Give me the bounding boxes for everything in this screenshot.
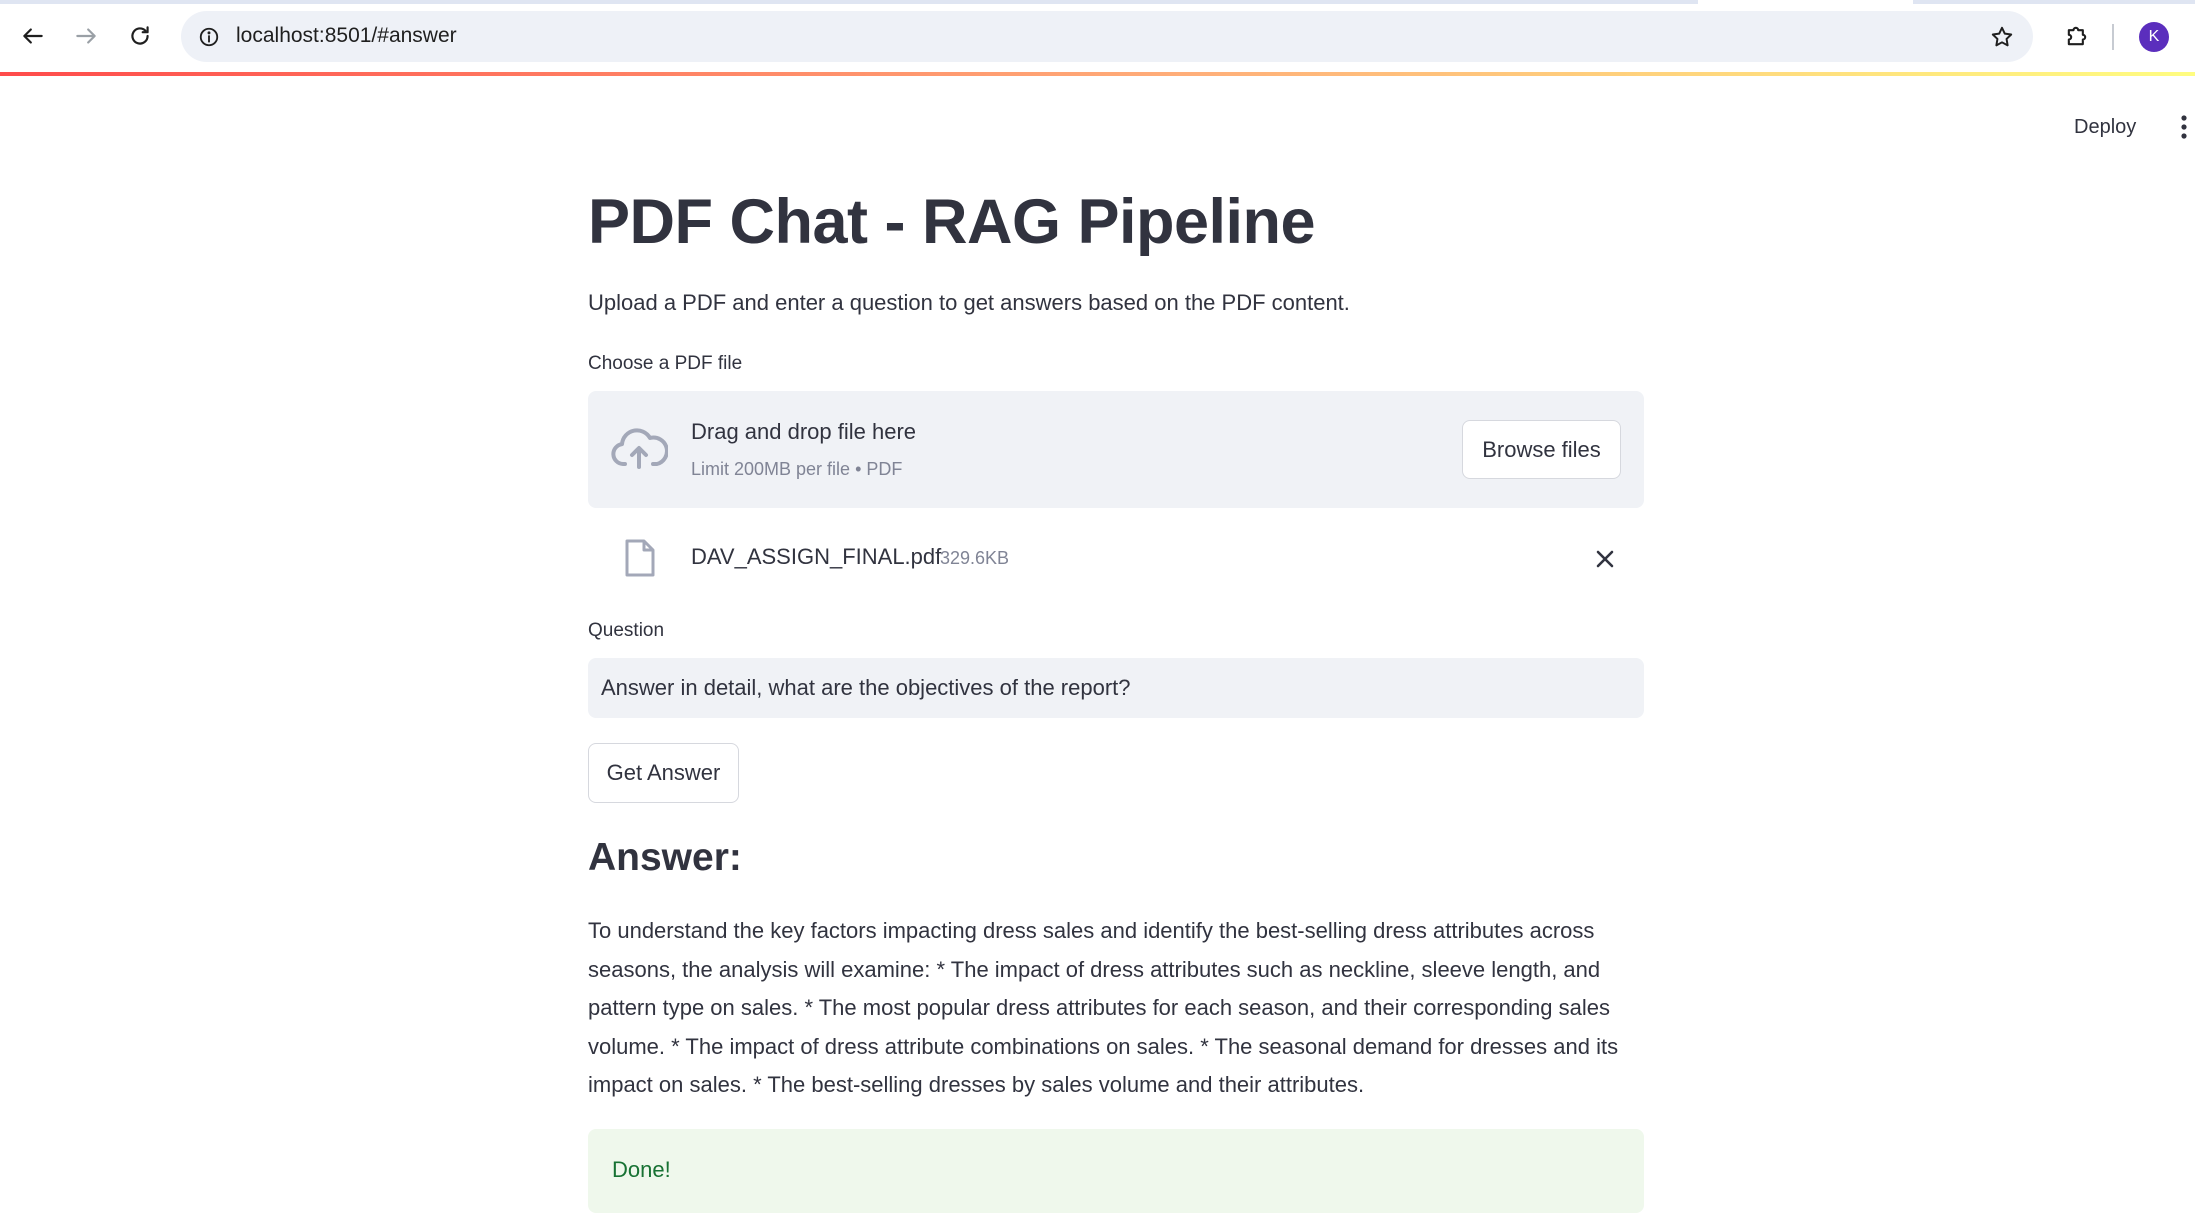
- info-icon: [199, 27, 218, 46]
- browser-toolbar: localhost:8501/#answer K: [0, 0, 2195, 73]
- header-decoration-bar: [0, 72, 2195, 76]
- url-text[interactable]: localhost:8501/#answer: [236, 24, 457, 48]
- get-answer-button[interactable]: Get Answer: [588, 743, 739, 803]
- address-bar[interactable]: localhost:8501/#answer: [181, 11, 2033, 62]
- toolbar-divider: [2112, 24, 2114, 50]
- question-label: Question: [588, 620, 665, 641]
- uploaded-file-row: DAV_ASSIGN_FINAL.pdf 329.6KB: [588, 528, 1644, 590]
- cloud-upload-icon: [611, 428, 668, 469]
- arrow-left-icon: [23, 28, 43, 44]
- success-message: Done!: [612, 1157, 671, 1182]
- success-alert: Done!: [588, 1129, 1644, 1213]
- file-icon: [625, 539, 655, 577]
- file-dropzone[interactable]: Drag and drop file here Limit 200MB per …: [588, 391, 1644, 508]
- star-icon: [1991, 26, 2013, 47]
- file-uploader-label: Choose a PDF file: [588, 353, 743, 374]
- main-menu-button[interactable]: [2170, 110, 2195, 144]
- remove-file-button[interactable]: [1590, 544, 1620, 574]
- dropzone-limit-text: Limit 200MB per file • PDF: [691, 459, 903, 479]
- profile-avatar[interactable]: K: [2139, 22, 2169, 52]
- kebab-menu-icon: [2181, 115, 2187, 139]
- arrow-right-icon: [76, 28, 96, 44]
- answer-text: To understand the key factors impacting …: [588, 918, 1619, 1097]
- uploaded-file-size: 329.6KB: [940, 548, 1010, 568]
- back-button[interactable]: [11, 14, 55, 58]
- question-input[interactable]: [588, 658, 1644, 718]
- tab-strip-edge: [0, 0, 2195, 4]
- page-title: PDF Chat - RAG Pipeline: [588, 187, 1316, 257]
- puzzle-icon: [2067, 26, 2087, 46]
- bookmark-button[interactable]: [1985, 20, 2019, 54]
- uploaded-file-name: DAV_ASSIGN_FINAL.pdf: [691, 544, 942, 569]
- deploy-button[interactable]: Deploy: [2066, 110, 2144, 144]
- reload-icon: [131, 26, 149, 45]
- extensions-button[interactable]: [2055, 14, 2099, 58]
- site-info-button[interactable]: [191, 19, 226, 54]
- reload-button[interactable]: [118, 14, 162, 58]
- page-subtitle: Upload a PDF and enter a question to get…: [588, 290, 1350, 315]
- answer-heading: Answer:: [588, 836, 742, 879]
- close-icon: [1596, 550, 1614, 568]
- dropzone-title: Drag and drop file here: [691, 419, 917, 444]
- browse-files-button[interactable]: Browse files: [1462, 420, 1621, 479]
- forward-button[interactable]: [64, 14, 108, 58]
